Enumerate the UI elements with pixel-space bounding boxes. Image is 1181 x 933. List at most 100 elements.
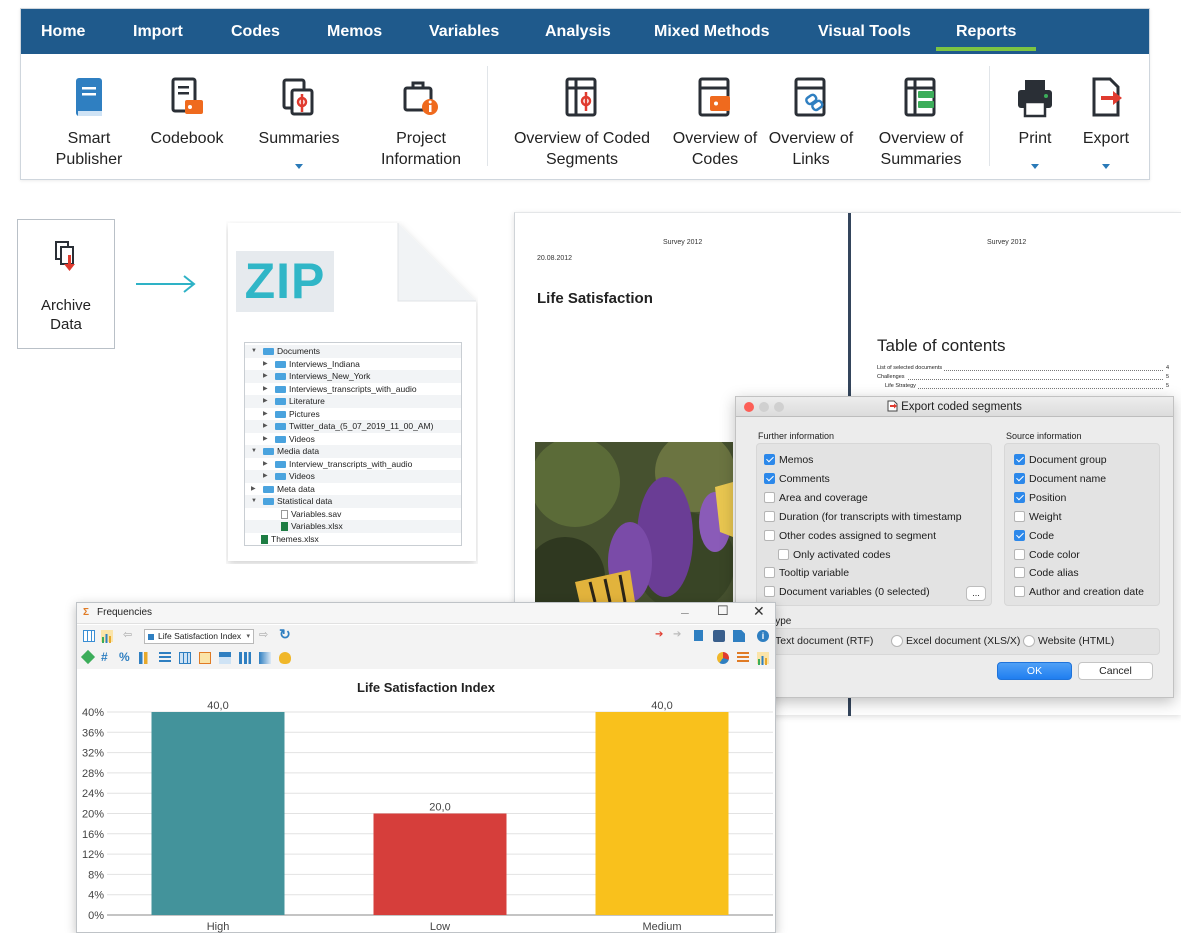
print-button[interactable]: Print bbox=[1005, 54, 1065, 180]
file-tree-item[interactable]: Variables.sav bbox=[245, 508, 461, 521]
folder-tree-item[interactable]: ▶ Literature bbox=[245, 395, 461, 408]
folder-tree-item[interactable]: ▶ Interview_transcripts_with_audio bbox=[245, 458, 461, 471]
collapsed-triangle-icon[interactable]: ▶ bbox=[263, 433, 271, 446]
info-icon[interactable]: i bbox=[757, 630, 769, 642]
folder-tree-item[interactable]: ▶ Pictures bbox=[245, 408, 461, 421]
pie-chart-icon[interactable] bbox=[717, 652, 729, 664]
ok-button[interactable]: OK bbox=[997, 662, 1072, 680]
tab-home[interactable]: Home bbox=[41, 23, 85, 41]
tag-icon[interactable] bbox=[80, 649, 96, 665]
folder-tree-item[interactable]: ▶ Twitter_data_(5_07_2019_11_00_AM) bbox=[245, 420, 461, 433]
expanded-triangle-icon[interactable]: ▼ bbox=[251, 495, 259, 508]
source-info-checkbox-7[interactable]: Author and creation date bbox=[1014, 585, 1144, 599]
overview-codes-button[interactable]: Overview of Codes bbox=[669, 54, 761, 180]
further-info-checkbox-1[interactable]: Comments bbox=[764, 472, 830, 486]
source-info-checkbox-6[interactable]: Code alias bbox=[1014, 566, 1079, 580]
further-info-checkbox-2[interactable]: Area and coverage bbox=[764, 491, 868, 505]
codebook-button[interactable]: Codebook bbox=[145, 54, 229, 180]
source-info-checkbox-5[interactable]: Code color bbox=[1014, 548, 1080, 562]
folder-tree-item[interactable]: ▼ Documents bbox=[245, 345, 461, 358]
collapsed-triangle-icon[interactable]: ▶ bbox=[263, 470, 271, 483]
further-info-checkbox-6[interactable]: Tooltip variable bbox=[764, 566, 849, 580]
gradient-icon[interactable] bbox=[259, 652, 271, 664]
folder-tree-item[interactable]: ▼ Media data bbox=[245, 445, 461, 458]
percent-bar-icon[interactable] bbox=[219, 652, 231, 664]
tab-codes[interactable]: Codes bbox=[231, 23, 280, 41]
sort-icon[interactable] bbox=[199, 652, 211, 664]
chart-view-icon[interactable] bbox=[101, 630, 113, 643]
legend-icon[interactable] bbox=[737, 652, 749, 664]
folder-tree-item[interactable]: ▶ Meta data bbox=[245, 483, 461, 496]
tab-mixed-methods[interactable]: Mixed Methods bbox=[654, 23, 770, 41]
export-dropdown-caret-icon[interactable] bbox=[1102, 164, 1110, 169]
tab-analysis[interactable]: Analysis bbox=[545, 23, 611, 41]
summaries-button[interactable]: Summaries bbox=[249, 54, 349, 180]
tab-variables[interactable]: Variables bbox=[429, 23, 499, 41]
collapsed-triangle-icon[interactable]: ▶ bbox=[263, 370, 271, 383]
tab-reports[interactable]: Reports bbox=[935, 23, 1038, 51]
folder-tree-item[interactable]: ▶ Interviews_Indiana bbox=[245, 358, 461, 371]
summaries-dropdown-caret-icon[interactable] bbox=[295, 164, 303, 169]
file-tree-item[interactable]: Variables.xlsx bbox=[245, 520, 461, 533]
file-tree-item[interactable]: Themes.xlsx bbox=[245, 533, 461, 546]
folder-tree-item[interactable]: ▼ Statistical data bbox=[245, 495, 461, 508]
export-icon[interactable] bbox=[733, 630, 745, 642]
collapsed-triangle-icon[interactable]: ▶ bbox=[251, 483, 259, 496]
overview-summaries-button[interactable]: Overview of Summaries bbox=[869, 54, 973, 180]
list-icon[interactable] bbox=[159, 652, 171, 664]
radio-xlsx[interactable]: Excel document (XLS/X) bbox=[891, 634, 1020, 648]
palette-icon[interactable] bbox=[279, 652, 291, 664]
further-info-checkbox-4[interactable]: Other codes assigned to segment bbox=[764, 529, 936, 543]
radio-html[interactable]: Website (HTML) bbox=[1023, 634, 1114, 648]
collapsed-triangle-icon[interactable]: ▶ bbox=[263, 395, 271, 408]
minimize-icon[interactable]: – bbox=[681, 604, 689, 620]
export-button[interactable]: Export bbox=[1071, 54, 1141, 180]
smart-publisher-button[interactable]: Smart Publisher bbox=[39, 54, 139, 180]
collapsed-triangle-icon[interactable]: ▶ bbox=[263, 383, 271, 396]
print-dropdown-caret-icon[interactable] bbox=[1031, 164, 1039, 169]
folder-tree-item[interactable]: ▶ Videos bbox=[245, 433, 461, 446]
refresh-icon[interactable]: ↻ bbox=[279, 626, 291, 642]
overview-links-button[interactable]: Overview of Links bbox=[765, 54, 857, 180]
overview-coded-segments-button[interactable]: Overview of Coded Segments bbox=[505, 54, 659, 180]
copy-icon[interactable] bbox=[694, 630, 703, 641]
further-info-checkbox-0[interactable]: Memos bbox=[764, 453, 813, 467]
printer-icon[interactable] bbox=[713, 630, 725, 642]
folder-tree-item[interactable]: ▶ Interviews_transcripts_with_audio bbox=[245, 383, 461, 396]
expanded-triangle-icon[interactable]: ▼ bbox=[251, 445, 259, 458]
project-information-button[interactable]: Project Information bbox=[366, 54, 476, 180]
collapsed-triangle-icon[interactable]: ▶ bbox=[263, 408, 271, 421]
further-info-checkbox-5[interactable]: Only activated codes bbox=[778, 548, 890, 562]
variable-select[interactable]: Life Satisfaction Index ▾ bbox=[144, 629, 254, 644]
source-info-checkbox-3[interactable]: Weight bbox=[1014, 510, 1062, 524]
percent-icon[interactable]: % bbox=[119, 650, 131, 664]
column-chart-icon[interactable] bbox=[239, 652, 251, 664]
further-info-checkbox-3[interactable]: Duration (for transcripts with timestamp bbox=[764, 510, 962, 524]
grid-icon[interactable] bbox=[179, 652, 191, 664]
tab-visual-tools[interactable]: Visual Tools bbox=[818, 23, 911, 41]
cancel-button[interactable]: Cancel bbox=[1078, 662, 1153, 680]
collapsed-triangle-icon[interactable]: ▶ bbox=[263, 458, 271, 471]
document-variables-more-button[interactable]: ... bbox=[966, 586, 986, 601]
tab-memos[interactable]: Memos bbox=[327, 23, 382, 41]
source-info-checkbox-4[interactable]: Code bbox=[1014, 529, 1054, 543]
archive-data-button[interactable]: Archive Data bbox=[17, 219, 115, 349]
folder-tree-item[interactable]: ▶ Interviews_New_York bbox=[245, 370, 461, 383]
arrow-left-icon[interactable]: ⇦ bbox=[123, 628, 135, 641]
arrow-right-icon[interactable]: ⇨ bbox=[259, 628, 271, 641]
collapsed-triangle-icon[interactable]: ▶ bbox=[263, 358, 271, 371]
close-icon[interactable]: ✕ bbox=[753, 603, 765, 620]
bar-chart-icon[interactable] bbox=[757, 652, 769, 665]
radio-rtf[interactable]: Text document (RTF) bbox=[760, 634, 873, 648]
collapsed-triangle-icon[interactable]: ▶ bbox=[263, 420, 271, 433]
export-left-icon[interactable]: ➔ bbox=[655, 629, 667, 641]
folder-tree-item[interactable]: ▶ Videos bbox=[245, 470, 461, 483]
maximize-icon[interactable]: ☐ bbox=[717, 603, 729, 619]
further-info-checkbox-7[interactable]: Document variables (0 selected) bbox=[764, 585, 930, 599]
bar-stats-icon[interactable] bbox=[139, 652, 151, 664]
tab-import[interactable]: Import bbox=[133, 23, 183, 41]
hash-icon[interactable]: # bbox=[101, 650, 113, 664]
source-info-checkbox-2[interactable]: Position bbox=[1014, 491, 1066, 505]
source-info-checkbox-1[interactable]: Document name bbox=[1014, 472, 1106, 486]
source-info-checkbox-0[interactable]: Document group bbox=[1014, 453, 1107, 467]
